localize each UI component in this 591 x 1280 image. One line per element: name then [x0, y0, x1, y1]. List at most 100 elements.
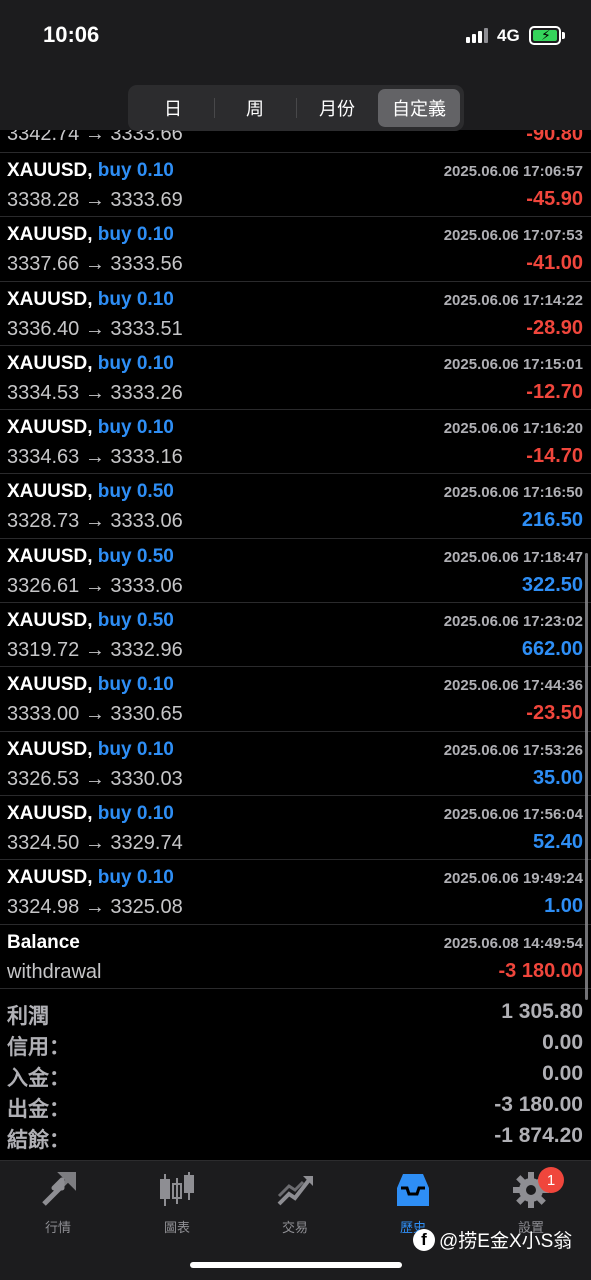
trade-prices: 3334.53 → 3333.26	[7, 381, 183, 404]
trade-symbol: XAUUSD, buy 0.10	[7, 160, 174, 182]
trade-symbol: XAUUSD, buy 0.10	[7, 289, 174, 311]
trade-profit: -45.90	[526, 188, 583, 210]
trade-prices: 3324.98 → 3325.08	[7, 896, 183, 919]
trade-prices: 3326.61 → 3333.06	[7, 574, 183, 597]
trade-date: 2025.06.06 17:18:47	[443, 548, 583, 566]
list-item[interactable]: XAUUSD, buy 0.10 2025.06.06 19:49:24 3324.…	[0, 860, 591, 925]
tab-trade[interactable]: 交易	[245, 1169, 345, 1236]
trade-profit: 322.50	[521, 573, 583, 596]
trade-symbol: XAUUSD, buy 0.10	[7, 224, 174, 246]
trade-symbol: XAUUSD, buy 0.10	[7, 674, 174, 696]
symbol-label: XAUUSD,	[7, 674, 93, 696]
summary-label: 入金：	[7, 1067, 70, 1090]
list-item[interactable]: XAUUSD, buy 0.10 2025.06.06 17:44:36 3333.…	[0, 667, 591, 732]
trade-side: buy 0.10	[97, 674, 174, 696]
tab-charts[interactable]: 圖表	[127, 1169, 227, 1236]
summary-row-credit: 信用： 0.00	[0, 1029, 591, 1060]
list-item[interactable]: 3342.74 → 3333.66 -90.80	[0, 130, 591, 153]
status-time: 10:06	[43, 22, 100, 47]
trade-date: 2025.06.08 14:49:54	[443, 934, 583, 952]
trade-chart-icon	[274, 1169, 316, 1211]
trade-profit: -23.50	[526, 702, 583, 725]
trade-profit: -12.70	[526, 380, 583, 403]
scrollbar[interactable]	[585, 553, 588, 1000]
list-item[interactable]: XAUUSD, buy 0.50 2025.06.06 17:23:02 3319.…	[0, 603, 591, 668]
list-item[interactable]: Balance 2025.06.08 14:49:54 withdrawal -3 …	[0, 925, 591, 989]
trade-date: 2025.06.06 17:07:53	[443, 227, 583, 245]
trade-date: 2025.06.06 17:15:01	[443, 355, 583, 373]
trade-profit: 52.40	[532, 830, 583, 853]
trade-prices: 3319.72 → 3332.96	[7, 639, 183, 662]
trade-date: 2025.06.06 17:56:04	[443, 805, 583, 823]
symbol-label: Balance	[7, 931, 80, 953]
list-item[interactable]: XAUUSD, buy 0.10 2025.06.06 17:15:01 3334.…	[0, 346, 591, 411]
summary-label: 結餘：	[7, 1129, 70, 1152]
history-list[interactable]: 3342.74 → 3333.66 -90.80 XAUUSD, buy 0.1…	[0, 130, 591, 989]
list-item[interactable]: XAUUSD, buy 0.50 2025.06.06 17:18:47 3326.…	[0, 539, 591, 604]
trade-profit: 662.00	[521, 638, 583, 661]
trade-symbol: Balance	[7, 932, 80, 954]
cellular-signal-icon	[466, 28, 488, 43]
list-item[interactable]: XAUUSD, buy 0.10 2025.06.06 17:56:04 3324.…	[0, 796, 591, 861]
trade-prices: withdrawal	[7, 960, 102, 983]
trade-prices: 3336.40 → 3333.51	[7, 317, 183, 340]
trade-profit: 216.50	[521, 509, 583, 532]
battery-icon: ⚡	[529, 26, 561, 45]
quotes-arrows-icon	[37, 1169, 79, 1211]
list-item[interactable]: XAUUSD, buy 0.10 2025.06.06 17:53:26 3326.…	[0, 732, 591, 796]
list-item[interactable]: XAUUSD, buy 0.10 2025.06.06 17:16:20 3334.…	[0, 410, 591, 475]
trade-side: buy 0.10	[97, 160, 174, 181]
trade-symbol: XAUUSD, buy 0.10	[7, 803, 174, 825]
trade-profit: -28.90	[526, 316, 583, 339]
network-type: 4G	[497, 26, 520, 45]
trade-symbol: XAUUSD, buy 0.10	[7, 867, 174, 889]
trade-date: 2025.06.06 17:23:02	[443, 613, 583, 631]
trade-side: buy 0.10	[97, 417, 174, 439]
symbol-label: XAUUSD,	[7, 417, 93, 439]
trade-profit: -3 180.00	[498, 959, 583, 982]
trade-side: buy 0.10	[97, 867, 174, 889]
symbol-label: XAUUSD,	[7, 224, 93, 246]
top-bar: 10:06 4G ⚡ 日 周 月份 自定義	[0, 0, 591, 131]
summary-value: -1 874.20	[494, 1124, 583, 1147]
trade-date: 2025.06.06 17:16:50	[443, 484, 583, 502]
list-item[interactable]: XAUUSD, buy 0.50 2025.06.06 17:16:50 3328.…	[0, 474, 591, 539]
summary-value: 0.00	[542, 1031, 583, 1054]
list-item[interactable]: XAUUSD, buy 0.10 2025.06.06 17:14:22 3336.…	[0, 282, 591, 346]
notification-badge: 1	[538, 1167, 564, 1193]
facebook-icon: f	[413, 1228, 435, 1251]
candlestick-icon	[156, 1169, 198, 1211]
segment-custom[interactable]: 自定義	[378, 89, 460, 127]
summary-row-withdrawal: 出金： -3 180.00	[0, 1091, 591, 1122]
list-item[interactable]: XAUUSD, buy 0.10 2025.06.06 17:07:53 3337.…	[0, 217, 591, 282]
trade-side: buy 0.10	[97, 224, 174, 246]
symbol-label: XAUUSD,	[7, 352, 93, 374]
segment-week[interactable]: 周	[214, 89, 296, 127]
trade-side: buy 0.10	[97, 288, 174, 310]
trade-symbol: XAUUSD, buy 0.50	[7, 610, 174, 632]
trade-symbol: XAUUSD, buy 0.10	[7, 417, 174, 439]
tab-quotes[interactable]: 行情	[8, 1169, 108, 1236]
summary-label: 利潤	[7, 1005, 49, 1028]
list-item[interactable]: XAUUSD, buy 0.10 2025.06.06 17:06:57 3338.…	[0, 153, 591, 218]
symbol-label: XAUUSD,	[7, 802, 93, 824]
trade-symbol: XAUUSD, buy 0.10	[7, 739, 174, 761]
trade-prices: 3342.74 → 3333.66	[7, 130, 183, 145]
segment-day[interactable]: 日	[132, 89, 214, 127]
trade-side: buy 0.10	[97, 738, 174, 760]
trade-prices: 3326.53 → 3330.03	[7, 767, 183, 790]
symbol-label: XAUUSD,	[7, 160, 93, 181]
trade-profit: -41.00	[526, 252, 583, 275]
symbol-label: XAUUSD,	[7, 288, 93, 310]
segment-month[interactable]: 月份	[296, 89, 378, 127]
trade-symbol: XAUUSD, buy 0.10	[7, 353, 174, 375]
trade-side: buy 0.50	[97, 545, 174, 567]
symbol-label: XAUUSD,	[7, 545, 93, 567]
trade-prices: 3324.50 → 3329.74	[7, 831, 183, 854]
trade-side: buy 0.10	[97, 352, 174, 374]
trade-symbol: XAUUSD, buy 0.50	[7, 546, 174, 568]
trade-side: buy 0.10	[97, 802, 174, 824]
summary-value: 1 305.80	[501, 1000, 583, 1023]
history-inbox-icon	[392, 1169, 434, 1211]
trade-prices: 3328.73 → 3333.06	[7, 510, 183, 533]
